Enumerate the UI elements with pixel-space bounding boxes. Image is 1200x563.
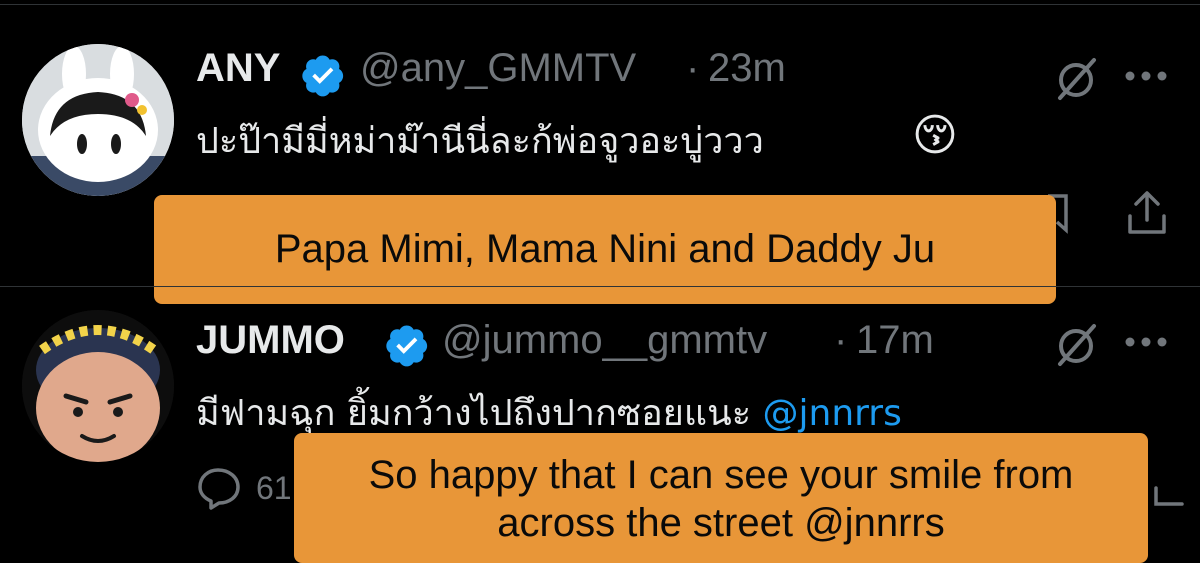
caption-line-2: across the street @jnnrrs [497,501,945,545]
tweet-time[interactable]: 23m [708,46,786,91]
mention-link[interactable]: @jnnrrs [763,393,902,434]
reply-icon[interactable] [196,466,242,510]
tweet-text: ปะป๊ามีมี่หม่าม๊านีนี่ละก้พ่อจูวอะบู่ววว [196,112,764,169]
kissing-face-emoji: 😚 [912,111,958,160]
top-divider [0,4,1200,5]
caption-line-1: So happy that I can see your smile from [368,453,1074,497]
avatar-any[interactable] [22,44,174,196]
share-icon[interactable] [1126,190,1168,236]
tweet-text-body: ปะป๊ามีมี่หม่าม๊านีนี่ละก้พ่อจูวอะบู่ววว [196,121,764,162]
more-icon[interactable] [1124,68,1168,84]
separator-dot: · [686,46,700,90]
verified-badge-icon [386,325,428,367]
translation-caption-2: So happy that I can see your smile from … [294,433,1148,563]
more-icon[interactable] [1124,334,1168,350]
translation-caption-1: Papa Mimi, Mama Nini and Daddy Ju [154,195,1056,304]
grok-icon[interactable] [1052,320,1100,368]
avatar-jummo[interactable] [22,310,174,462]
grok-icon[interactable] [1052,54,1100,102]
separator-dot: · [834,318,848,362]
author-handle[interactable]: @any_GMMTV [360,46,636,91]
author-handle[interactable]: @jummo__gmmtv [442,318,767,363]
avatar-jummo-image [22,310,174,462]
share-icon[interactable] [1152,462,1184,508]
author-name[interactable]: JUMMO [196,318,345,363]
author-name[interactable]: ANY [196,46,280,91]
tweet-time[interactable]: 17m [856,318,934,363]
tweet-divider [0,286,1200,287]
reply-count: 61 [256,470,292,506]
tweet-text-body: มีฟามฉุก ยิ้มกว้างไปถึงปากซอยแนะ [196,393,763,434]
verified-badge-icon [302,55,344,97]
avatar-any-image [22,44,174,196]
